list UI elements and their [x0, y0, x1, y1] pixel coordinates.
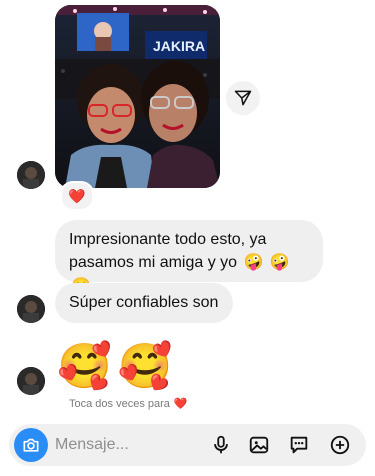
- camera-icon: [23, 438, 39, 452]
- shared-photo[interactable]: JAKIRA: [55, 5, 220, 188]
- gallery-button[interactable]: [245, 431, 273, 459]
- plus-icon: [330, 435, 350, 455]
- message-text: Súper confiables son: [69, 294, 219, 311]
- send-icon: [234, 90, 252, 106]
- smiling-face-hearts-emoji: 🥰: [57, 342, 112, 391]
- zany-face-emoji: 🤪: [269, 254, 290, 272]
- zany-face-emoji: 🤪: [243, 254, 264, 272]
- gallery-icon: [249, 436, 269, 454]
- message-bubble[interactable]: Súper confiables son: [55, 283, 233, 323]
- message-bubble[interactable]: Impresionante todo esto, ya pasamos mi a…: [55, 220, 323, 295]
- emoji-message[interactable]: 🥰 🥰: [57, 340, 173, 394]
- avatar[interactable]: [17, 161, 45, 189]
- sticker-icon: [290, 436, 308, 454]
- plus-button[interactable]: [326, 431, 354, 459]
- screen-text: JAKIRA: [153, 38, 205, 54]
- sticker-button[interactable]: [285, 431, 313, 459]
- avatar[interactable]: [17, 295, 45, 323]
- double-tap-hint: Toca dos veces para ❤️: [69, 397, 188, 411]
- message-text: Impresionante todo esto, ya pasamos mi a…: [69, 231, 267, 271]
- heart-icon: ❤️: [68, 188, 86, 204]
- microphone-icon: [214, 435, 228, 454]
- camera-button[interactable]: [14, 428, 48, 462]
- smiling-face-hearts-emoji: 🥰: [117, 342, 173, 391]
- microphone-button[interactable]: [207, 431, 235, 459]
- message-input[interactable]: [55, 433, 195, 457]
- heart-icon: ❤️: [173, 398, 188, 410]
- hint-text: Toca dos veces para: [69, 397, 170, 410]
- share-button[interactable]: [226, 81, 260, 115]
- avatar[interactable]: [17, 367, 45, 395]
- reaction-chip[interactable]: ❤️: [60, 181, 94, 211]
